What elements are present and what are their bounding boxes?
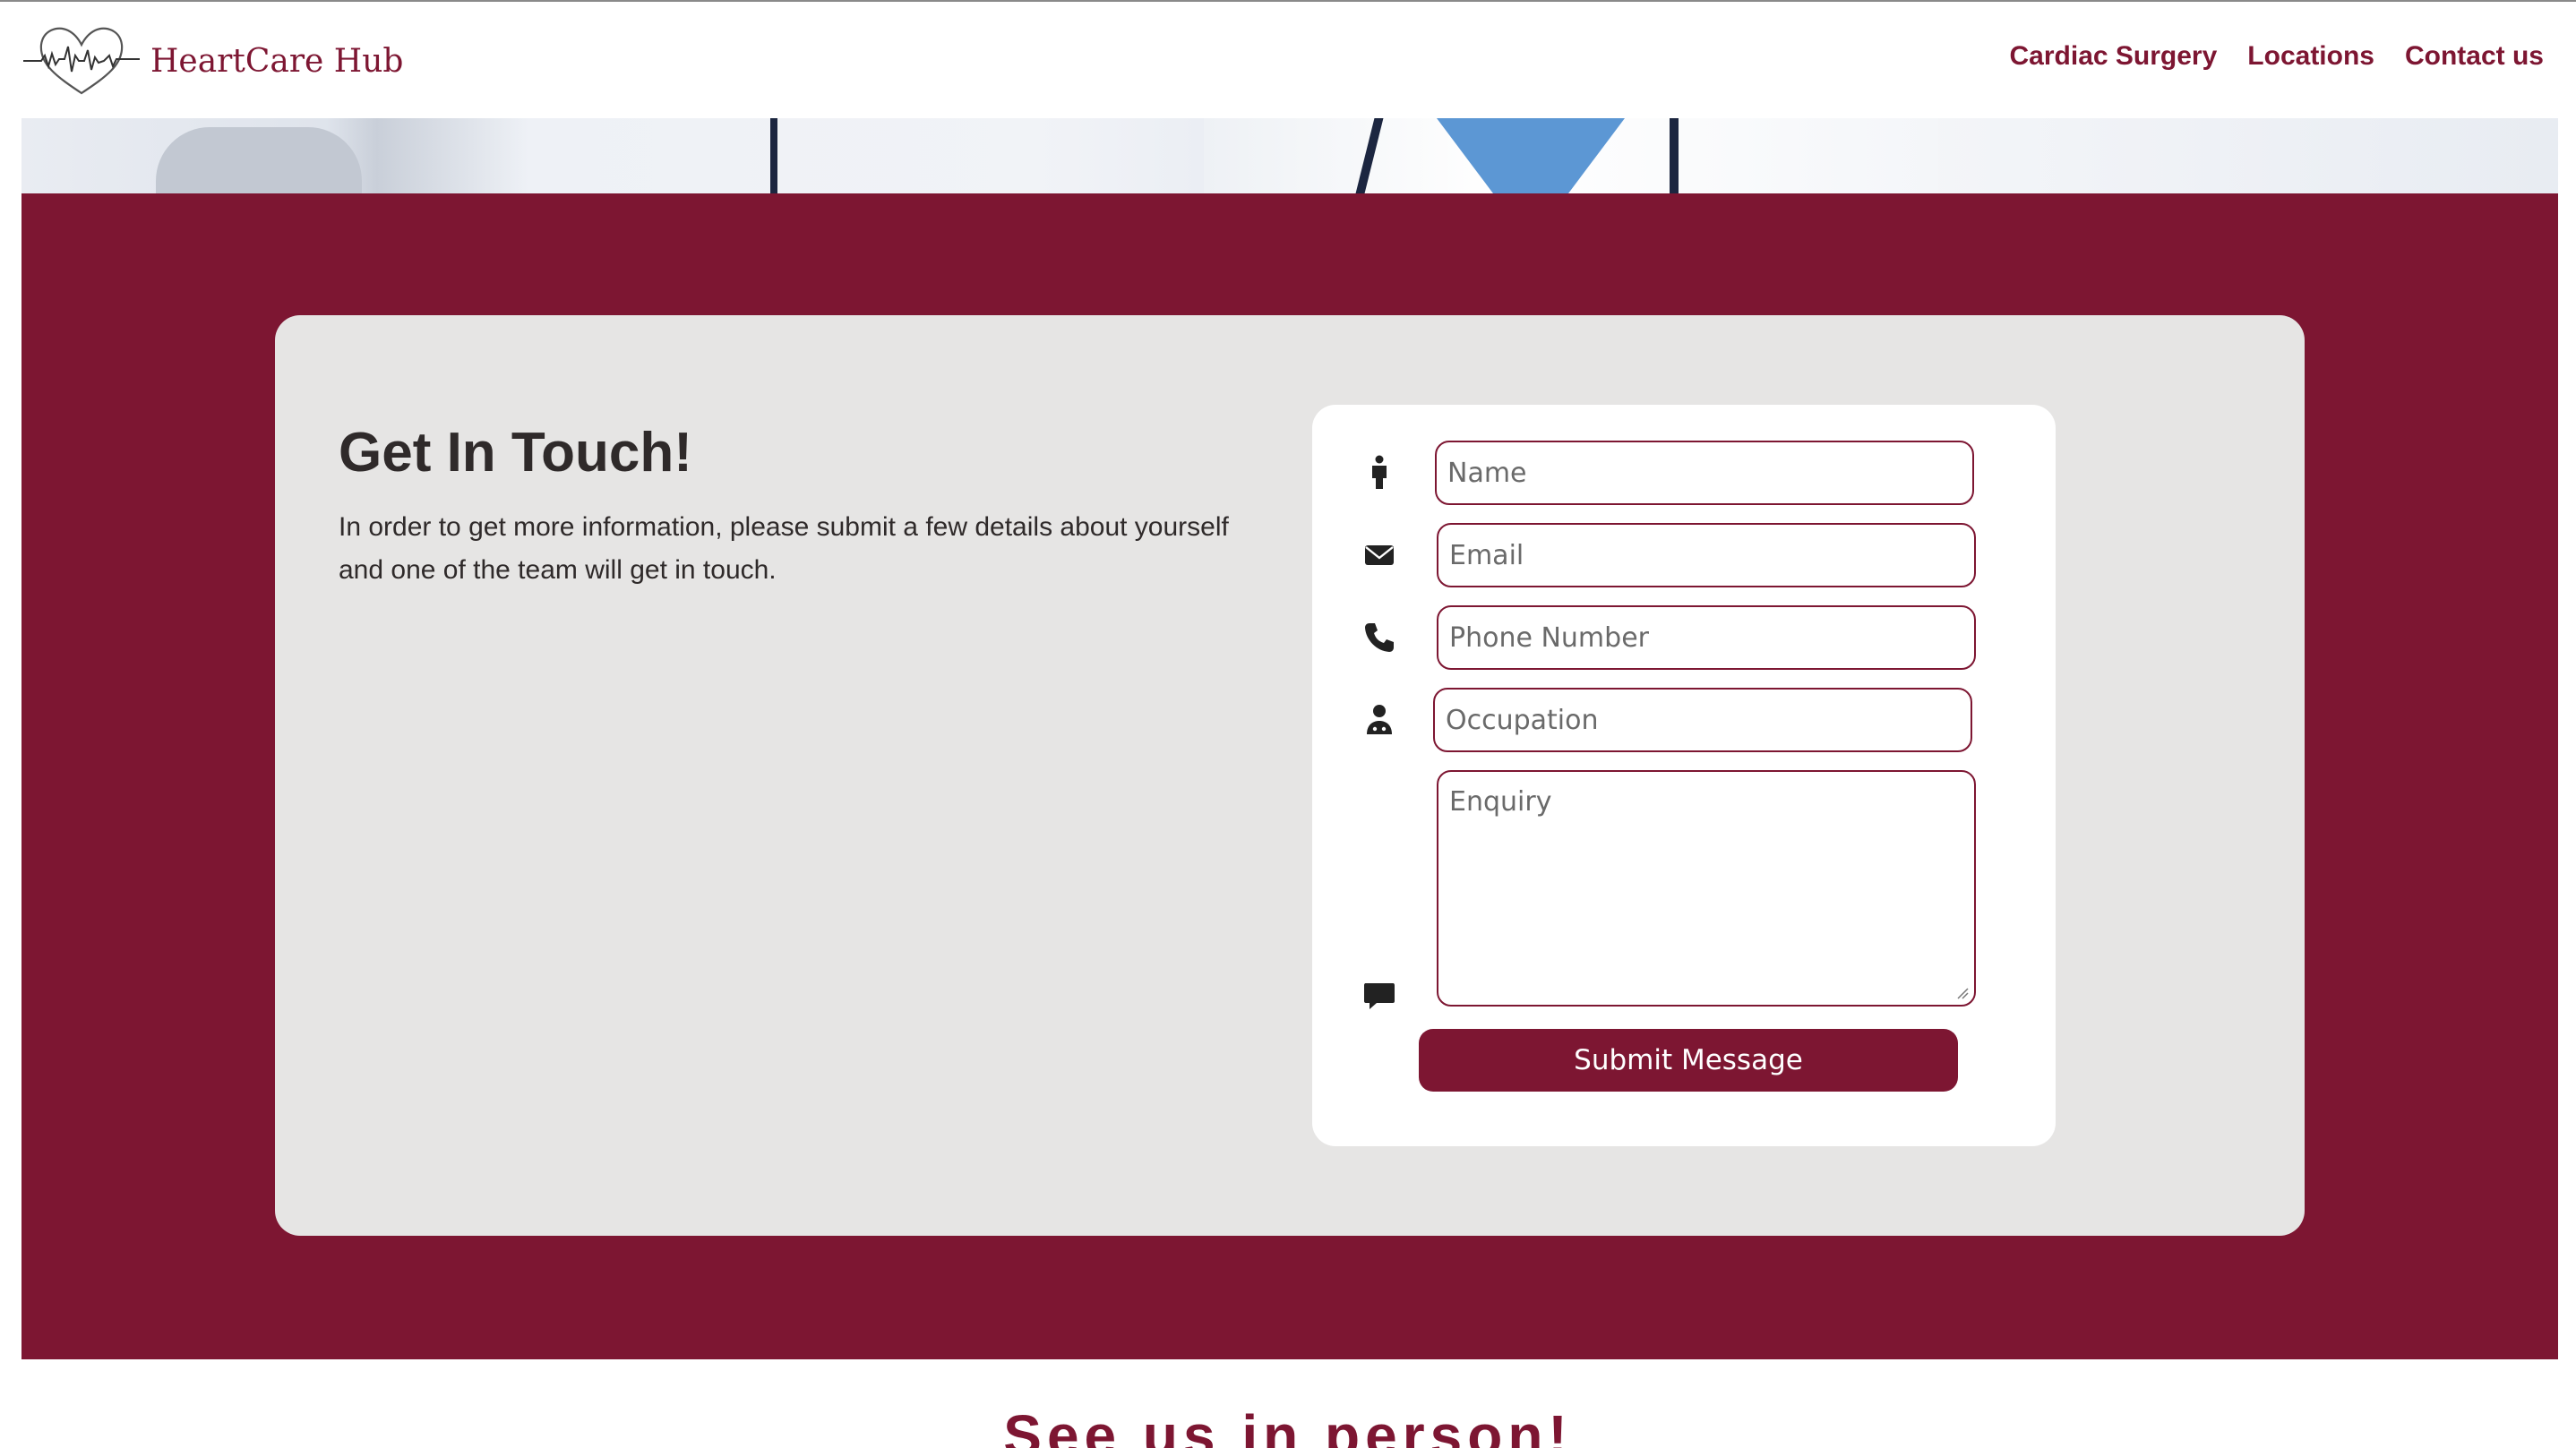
doctor-icon (1361, 702, 1397, 738)
envelope-icon (1361, 537, 1397, 573)
nav-link-locations[interactable]: Locations (2247, 41, 2374, 72)
occupation-input[interactable] (1433, 688, 1972, 752)
nav-link-cardiac-surgery[interactable]: Cardiac Surgery (2010, 41, 2218, 72)
resize-grip-icon[interactable] (1954, 985, 1969, 999)
hero-image (21, 118, 2558, 193)
see-us-heading: See us in person! (1003, 1403, 1573, 1448)
see-us-section: See us in person! (0, 1395, 2576, 1448)
person-icon (1361, 455, 1397, 491)
main-nav: Cardiac Surgery Locations Contact us (2010, 41, 2544, 72)
comment-icon (1361, 978, 1397, 1014)
email-input[interactable] (1437, 523, 1976, 587)
phone-icon (1361, 620, 1397, 655)
brand-logo[interactable]: HeartCare Hub (21, 20, 403, 103)
heart-ecg-icon (21, 20, 142, 103)
contact-heading: Get In Touch! (339, 422, 692, 484)
brand-name: HeartCare Hub (150, 42, 404, 80)
contact-description: In order to get more information, please… (339, 512, 1229, 585)
name-input[interactable] (1435, 441, 1974, 505)
phone-input[interactable] (1437, 605, 1976, 670)
navbar: HeartCare Hub Cardiac Surgery Locations … (0, 2, 2576, 118)
nav-link-contact-us[interactable]: Contact us (2405, 41, 2544, 72)
enquiry-textarea[interactable] (1437, 770, 1976, 1007)
submit-message-button[interactable]: Submit Message (1419, 1029, 1958, 1092)
